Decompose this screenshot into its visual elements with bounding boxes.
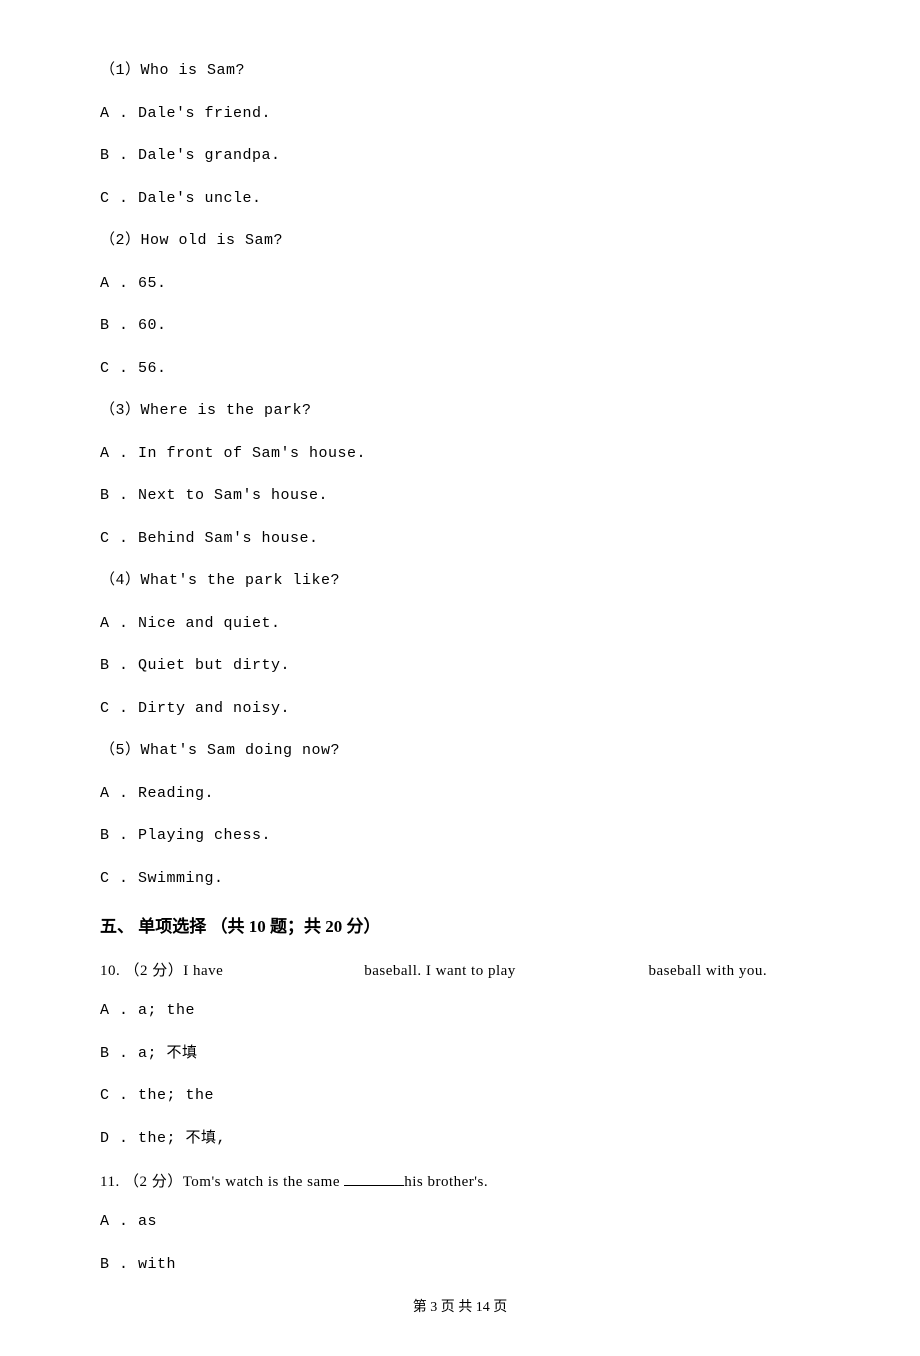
q3-option-a: A . In front of Sam's house. [100,443,820,466]
q11-text-post: his brother's. [404,1174,488,1190]
q5-prompt: （5）What's Sam doing now? [100,740,820,763]
section-5-heading: 五、 单项选择 （共 10 题；共 20 分） [100,912,820,937]
q4-option-a: A . Nice and quiet. [100,613,820,636]
q10-option-b: B . a; 不填 [100,1043,820,1066]
q1-option-c: C . Dale's uncle. [100,188,820,211]
q10-option-c: C . the; the [100,1085,820,1108]
q10-text-2: baseball. I want to play [364,963,644,980]
q11-prompt: 11. （2 分）Tom's watch is the same his bro… [100,1170,820,1191]
q1-option-b: B . Dale's grandpa. [100,145,820,168]
q10-prompt: 10. （2 分）I have baseball. I want to play… [100,959,820,980]
q4-option-c: C . Dirty and noisy. [100,698,820,721]
q2-prompt: （2）How old is Sam? [100,230,820,253]
q5-option-c: C . Swimming. [100,868,820,891]
q4-option-b: B . Quiet but dirty. [100,655,820,678]
blank-fill [344,1170,404,1186]
q3-option-b: B . Next to Sam's house. [100,485,820,508]
q2-option-b: B . 60. [100,315,820,338]
q2-option-c: C . 56. [100,358,820,381]
document-page: （1）Who is Sam? A . Dale's friend. B . Da… [0,0,920,1356]
q11-option-a: A . as [100,1211,820,1234]
q2-option-a: A . 65. [100,273,820,296]
q10-option-a: A . a; the [100,1000,820,1023]
q1-prompt: （1）Who is Sam? [100,60,820,83]
q1-option-a: A . Dale's friend. [100,103,820,126]
q11-text-pre: 11. （2 分）Tom's watch is the same [100,1174,344,1190]
page-footer: 第 3 页 共 14 页 [100,1296,820,1316]
q5-option-b: B . Playing chess. [100,825,820,848]
q3-prompt: （3）Where is the park? [100,400,820,423]
q4-prompt: （4）What's the park like? [100,570,820,593]
q11-option-b: B . with [100,1254,820,1277]
q10-option-d: D . the; 不填, [100,1128,820,1151]
q10-text-3: baseball with you. [649,963,768,979]
q5-option-a: A . Reading. [100,783,820,806]
q3-option-c: C . Behind Sam's house. [100,528,820,551]
q10-text-1: 10. （2 分）I have [100,959,360,980]
